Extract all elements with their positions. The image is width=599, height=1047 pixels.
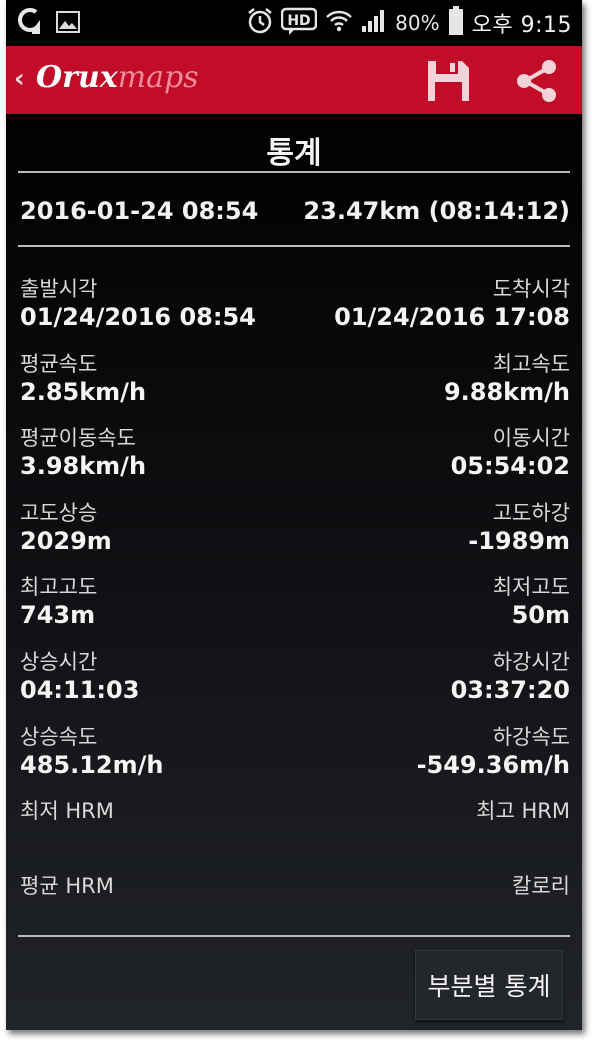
image-icon [56, 11, 80, 37]
save-icon [428, 61, 469, 101]
stat-label-right: 칼로리 [512, 873, 570, 898]
stat-label-left: 평균속도 [20, 351, 98, 376]
phone-screen: HD 80% 오후 9:15 ‹ Oruxmaps 통계 2016-01-24 … [6, 0, 582, 1030]
stat-label-right: 도착시각 [492, 277, 570, 301]
summary-distance-time: 23.47km (08:14:12) [303, 197, 570, 225]
stat-label-left: 상승속도 [20, 724, 98, 749]
stat-label-right: 최저고도 [492, 575, 570, 600]
bottom-divider [18, 935, 570, 937]
stat-label-right: 하강속도 [492, 724, 570, 749]
stat-value-right: -549.36m/h [416, 750, 570, 779]
stat-value-left: 04:11:03 [20, 676, 140, 704]
stat-row: 평균이동속도 3.98km/h 이동시간 05:54:02 [6, 422, 582, 492]
stat-label-left: 최고고도 [20, 575, 98, 600]
stat-row: 평균속도 2.85km/h 최고속도 9.88km/h [6, 348, 582, 418]
save-button[interactable] [424, 58, 472, 104]
page-title: 통계 [266, 136, 322, 171]
stat-row: 상승속도 485.12m/h 하강속도 -549.36m/h [6, 721, 582, 791]
battery-icon [448, 6, 464, 40]
stat-value-left: 3.98km/h [20, 452, 147, 481]
status-bar: HD 80% 오후 9:15 [6, 0, 582, 46]
wifi-icon [325, 8, 353, 38]
logo-orux: Orux [36, 60, 118, 95]
stat-label-left: 평균 HRM [20, 873, 114, 898]
alarm-icon [247, 7, 273, 39]
title-divider [18, 171, 570, 173]
signal-icon [361, 9, 387, 37]
share-button[interactable] [512, 58, 560, 104]
stat-label-left: 출발시각 [20, 277, 98, 301]
stat-row: 최저 HRM 최고 HRM [6, 795, 582, 865]
stat-row: 평균 HRM 칼로리 [6, 870, 582, 940]
logo-maps: maps [117, 60, 199, 95]
share-icon [517, 60, 556, 102]
action-bar: ‹ Oruxmaps [6, 46, 582, 114]
chevron-left-icon[interactable]: ‹ [14, 64, 25, 94]
stat-row: 고도상승 2029m 고도하강 -1989m [6, 497, 582, 567]
statistics-panel: 통계 2016-01-24 08:54 23.47km (08:14:12) 출… [6, 114, 582, 1030]
stat-value-left: 485.12m/h [20, 750, 164, 779]
app-notification-icon [18, 8, 42, 40]
summary-start-datetime: 2016-01-24 08:54 [20, 197, 259, 225]
stat-label-right: 이동시간 [492, 426, 570, 451]
svg-text:HD: HD [287, 13, 310, 29]
stat-value-right: 03:37:20 [450, 676, 570, 704]
stat-value-left: 2.85km/h [20, 377, 147, 406]
stat-label-left: 고도상승 [20, 500, 98, 525]
stat-value-right: -1989m [468, 526, 570, 555]
stat-label-left: 상승시간 [20, 650, 98, 674]
stat-label-left: 평균이동속도 [20, 426, 136, 451]
stat-label-right: 최고속도 [492, 351, 570, 376]
stat-value-right: 05:54:02 [450, 452, 570, 481]
stat-label-right: 최고 HRM [476, 799, 570, 824]
stat-value-right: 50m [511, 601, 570, 630]
stat-value-left: 01/24/2016 08:54 [20, 303, 256, 331]
stat-value-right: 9.88km/h [443, 377, 570, 406]
summary-divider [18, 245, 570, 247]
app-logo[interactable]: Oruxmaps [36, 60, 199, 96]
segment-stats-button[interactable]: 부분별 통계 [415, 950, 563, 1020]
hd-voice-icon: HD [280, 6, 318, 40]
stat-value-right: 01/24/2016 17:08 [334, 303, 570, 331]
stat-value-left: 743m [20, 601, 96, 630]
stat-label-right: 고도하강 [492, 500, 570, 525]
stat-label-right: 하강시간 [492, 650, 570, 674]
stat-label-left: 최저 HRM [20, 799, 114, 824]
battery-percent: 80% [395, 11, 440, 35]
clock: 오후 9:15 [471, 13, 572, 38]
stat-row: 최고고도 743m 최저고도 50m [6, 571, 582, 641]
stat-row: 상승시간 04:11:03 하강시간 03:37:20 [6, 646, 582, 716]
stat-row: 출발시각 01/24/2016 08:54 도착시각 01/24/2016 17:08 [6, 273, 582, 343]
stat-value-left: 2029m [20, 526, 112, 555]
